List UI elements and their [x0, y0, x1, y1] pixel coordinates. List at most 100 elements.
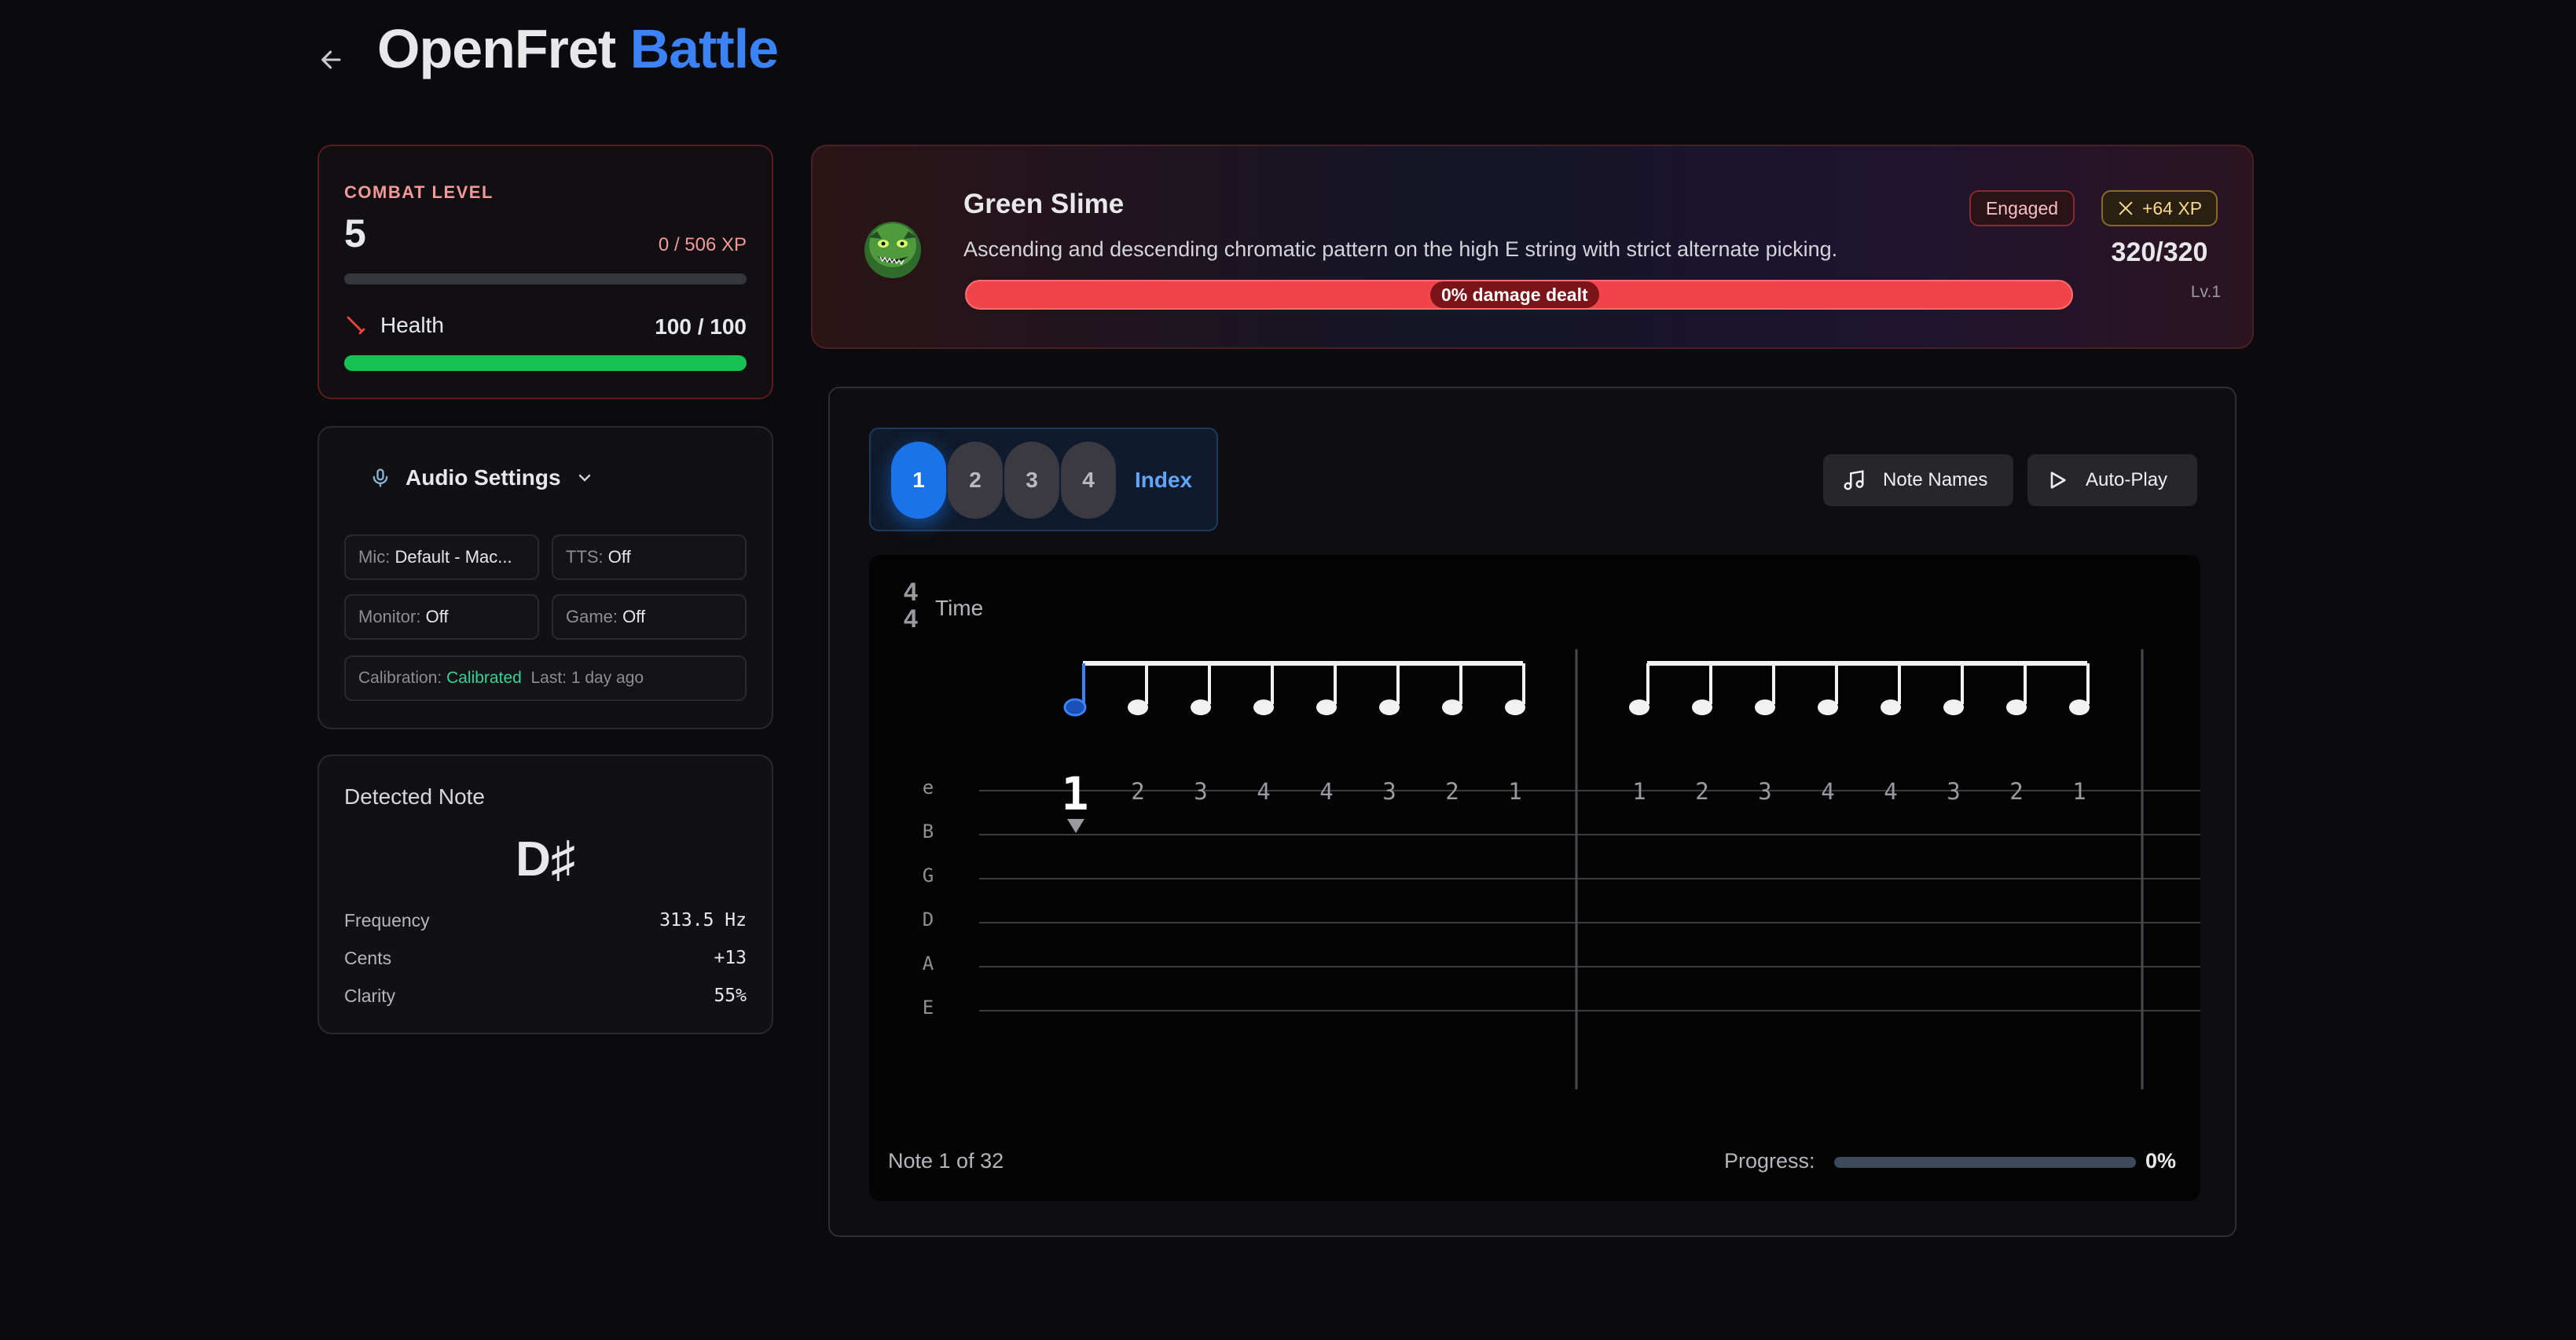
note-head: [1128, 699, 1148, 715]
calibration-value: Calibrated: [446, 669, 522, 687]
fret-number: 1: [2072, 778, 2086, 805]
play-icon: [2050, 472, 2066, 489]
title-main: OpenFret: [377, 18, 616, 79]
note-head: [1943, 699, 1964, 715]
mic-value: Default - Mac...: [394, 547, 512, 567]
note-head: [1442, 699, 1462, 715]
fret-number: 1: [1632, 778, 1646, 805]
music-note-icon: [1844, 470, 1864, 490]
tab-4[interactable]: 4: [1061, 442, 1116, 519]
note-head: [1063, 698, 1087, 717]
tab-index[interactable]: Index: [1135, 442, 1192, 519]
game-toggle[interactable]: Game: Off: [552, 594, 747, 640]
fret-number: 3: [1947, 778, 1961, 805]
calibration-status[interactable]: Calibration: Calibrated Last: 1 day ago: [344, 655, 747, 701]
xp-reward-value: +64 XP: [2141, 197, 2203, 218]
audio-settings-toggle[interactable]: Audio Settings: [369, 465, 594, 490]
note-head: [1191, 699, 1211, 715]
monitor-label: Monitor:: [358, 607, 421, 626]
health-label-group: Health: [344, 313, 444, 338]
fret-number: 1: [1508, 778, 1522, 805]
progress-label: Progress:: [1724, 1149, 1815, 1173]
detected-note-value: D♯: [516, 832, 575, 887]
frequency-label: Frequency: [344, 910, 430, 931]
frequency-value: 313.5 Hz: [659, 910, 747, 931]
auto-play-label: Auto-Play: [2086, 469, 2168, 490]
crossed-swords-icon: [2119, 201, 2133, 215]
calibration-label: Calibration:: [358, 669, 442, 687]
fret-number: 3: [1758, 778, 1772, 805]
note-head: [1505, 699, 1525, 715]
fret-number: 3: [1194, 778, 1208, 805]
damage-dealt-label: 0% damage dealt: [1430, 281, 1599, 308]
fret-number-current: 1: [1061, 767, 1089, 821]
note-head: [1692, 699, 1712, 715]
tab-2[interactable]: 2: [948, 442, 1003, 519]
combat-level-value: 5: [344, 211, 366, 255]
note-counter: Note 1 of 32: [888, 1149, 1004, 1173]
auto-play-button[interactable]: Auto-Play: [2027, 454, 2197, 506]
fret-number: 2: [1695, 778, 1709, 805]
health-bar: [344, 355, 747, 371]
cents-label: Cents: [344, 948, 392, 968]
tts-label: TTS:: [566, 547, 604, 567]
note-names-button[interactable]: Note Names: [1823, 454, 2013, 506]
note-head: [1755, 699, 1775, 715]
progress-bar: [1834, 1157, 2136, 1168]
fret-number: 4: [1821, 778, 1835, 805]
tab-1[interactable]: 1: [891, 442, 946, 519]
detected-note-card: Detected Note D♯ Frequency 313.5 Hz Cent…: [317, 754, 773, 1034]
calibration-last: Last: 1 day ago: [530, 669, 644, 687]
health-label: Health: [380, 313, 444, 337]
combat-level-label: COMBAT LEVEL: [344, 182, 494, 202]
clarity-label: Clarity: [344, 986, 396, 1006]
clarity-row: Clarity 55%: [344, 986, 747, 1007]
enemy-level: Lv.1: [2190, 283, 2221, 301]
microphone-icon: [372, 468, 388, 487]
detected-note-title: Detected Note: [344, 784, 485, 809]
tab-notation: 4 4 Time e B G D A E 1 2 3 4 4 3 2 1 1 2…: [869, 555, 2200, 1201]
fret-number: 3: [1382, 778, 1396, 805]
clarity-value: 55%: [714, 986, 747, 1006]
enemy-avatar: [861, 214, 924, 280]
sword-icon: [347, 316, 365, 335]
frequency-row: Frequency 313.5 Hz: [344, 910, 747, 931]
audio-settings-title: Audio Settings: [405, 465, 561, 490]
game-value: Off: [622, 607, 646, 626]
cents-row: Cents +13: [344, 948, 747, 969]
monitor-value: Off: [425, 607, 449, 626]
xp-text: 0 / 506 XP: [658, 234, 747, 255]
note-head: [2006, 699, 2027, 715]
fret-number: 4: [1884, 778, 1898, 805]
chevron-down-icon: [578, 474, 590, 482]
fret-number: 2: [1445, 778, 1459, 805]
xp-reward-badge: +64 XP: [2101, 190, 2218, 226]
tab-panel: 1 2 3 4 Index Note Names Auto-Play 4 4 T…: [828, 387, 2237, 1237]
mic-label: Mic:: [358, 547, 391, 567]
monitor-toggle[interactable]: Monitor: Off: [344, 594, 539, 640]
fret-number: 2: [1131, 778, 1145, 805]
slime-monster-icon: [864, 222, 921, 278]
note-head: [1629, 699, 1649, 715]
engaged-badge: Engaged: [1969, 190, 2075, 226]
enemy-hp-value: 320/320: [2111, 237, 2208, 267]
combat-level-card: COMBAT LEVEL 5 0 / 506 XP Health 100 / 1…: [317, 145, 773, 399]
health-value: 100 / 100: [655, 314, 747, 339]
mic-selector[interactable]: Mic: Default - Mac...: [344, 534, 539, 580]
note-head: [1316, 699, 1337, 715]
page-header: OpenFret Battle: [314, 17, 779, 80]
enemy-name: Green Slime: [963, 189, 1125, 219]
note-head: [1818, 699, 1838, 715]
title-accent: Battle: [629, 18, 779, 79]
progress-value: 0%: [2145, 1149, 2177, 1173]
note-head: [1379, 699, 1400, 715]
xp-bar: [344, 274, 747, 285]
note-head: [2069, 699, 2090, 715]
page-title: OpenFret Battle: [377, 17, 779, 80]
tts-toggle[interactable]: TTS: Off: [552, 534, 747, 580]
note-names-label: Note Names: [1883, 469, 1988, 490]
tts-value: Off: [607, 547, 631, 567]
tab-3[interactable]: 3: [1004, 442, 1059, 519]
fret-number: 4: [1257, 778, 1271, 805]
back-button[interactable]: [314, 42, 349, 77]
